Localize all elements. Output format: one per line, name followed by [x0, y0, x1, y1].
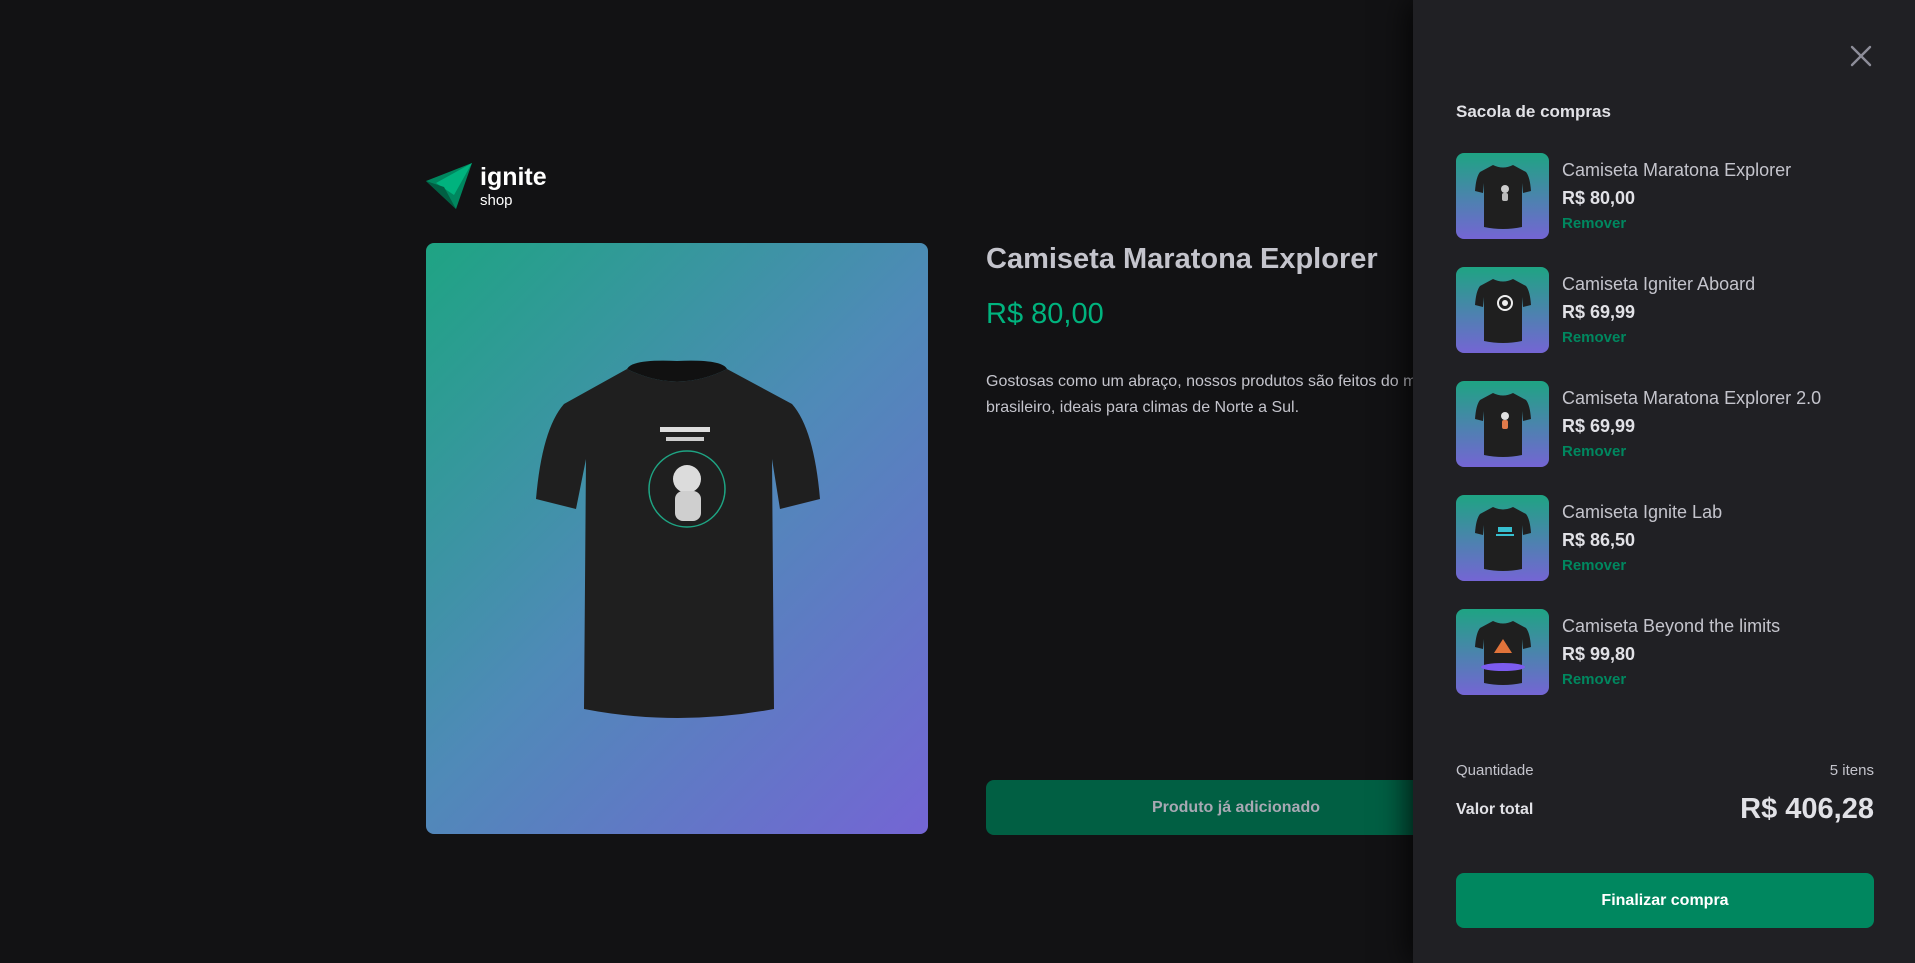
brand-text: ignite shop — [480, 162, 547, 209]
cart-item-name: Camiseta Igniter Aboard — [1562, 274, 1756, 294]
cart-item: Camiseta Maratona Explorer 2.0 R$ 69,99 … — [1456, 381, 1876, 467]
tshirt-icon — [1474, 393, 1531, 457]
brand-subtitle: shop — [480, 191, 513, 209]
cart-item-price: R$ 99,80 — [1562, 643, 1636, 664]
quantity-value: 5 itens — [1829, 762, 1874, 779]
total-row: Valor total R$ 406,28 — [1456, 793, 1874, 826]
tshirt-icon — [1474, 165, 1531, 229]
cart-item-name: Camiseta Ignite Lab — [1562, 502, 1723, 522]
cart-item-thumbnail — [1456, 153, 1549, 239]
close-icon — [1850, 45, 1872, 67]
quantity-row: Quantidade 5 itens — [1456, 762, 1874, 779]
total-value: R$ 406,28 — [1740, 793, 1874, 825]
cart-item-price: R$ 86,50 — [1562, 529, 1636, 550]
tshirt-icon — [1474, 621, 1531, 685]
remove-item-button[interactable]: Remover — [1562, 557, 1722, 574]
cart-item-name: Camiseta Beyond the limits — [1562, 616, 1781, 636]
product-image — [426, 243, 928, 834]
cart-item: Camiseta Maratona Explorer R$ 80,00 Remo… — [1456, 153, 1876, 239]
cart-item-info: Camiseta Ignite Lab R$ 86,50 Remover — [1562, 495, 1722, 574]
cart-item-info: Camiseta Beyond the limits R$ 99,80 Remo… — [1562, 609, 1780, 688]
product-added-button[interactable]: Produto já adicionado — [986, 780, 1486, 835]
ignite-logo-icon — [426, 163, 472, 209]
total-label: Valor total — [1456, 800, 1534, 818]
brand-logo[interactable]: ignite shop — [426, 163, 547, 209]
brand-title: ignite — [480, 162, 547, 191]
cart-item-name: Camiseta Maratona Explorer — [1562, 160, 1792, 180]
checkout-button[interactable]: Finalizar compra — [1456, 873, 1874, 928]
cart-item-price: R$ 69,99 — [1562, 415, 1636, 436]
cart-item-thumbnail — [1456, 609, 1549, 695]
remove-item-button[interactable]: Remover — [1562, 443, 1821, 460]
remove-item-button[interactable]: Remover — [1562, 671, 1780, 688]
product-page: ignite shop Camiseta Maratona Explorer R… — [0, 0, 1915, 963]
cart-item-list: Camiseta Maratona Explorer R$ 80,00 Remo… — [1456, 153, 1876, 723]
tshirt-icon — [536, 360, 820, 718]
cart-item-price: R$ 80,00 — [1562, 187, 1636, 208]
cart-title: Sacola de compras — [1456, 102, 1611, 121]
cart-item-info: Camiseta Igniter Aboard R$ 69,99 Remover — [1562, 267, 1755, 346]
remove-item-button[interactable]: Remover — [1562, 329, 1755, 346]
cart-item: Camiseta Igniter Aboard R$ 69,99 Remover — [1456, 267, 1876, 353]
cart-item-thumbnail — [1456, 381, 1549, 467]
tshirt-icon — [1474, 507, 1531, 571]
cart-summary: Quantidade 5 itens Valor total R$ 406,28 — [1456, 762, 1874, 826]
cart-item-thumbnail — [1456, 495, 1549, 581]
cart-item-name: Camiseta Maratona Explorer 2.0 — [1562, 388, 1822, 408]
tshirt-icon — [1474, 279, 1531, 343]
product-details: Camiseta Maratona Explorer R$ 80,00 Gost… — [986, 243, 1604, 835]
cart-item-info: Camiseta Maratona Explorer R$ 80,00 Remo… — [1562, 153, 1791, 232]
product-price: R$ 80,00 — [986, 298, 1104, 330]
cart-item-price: R$ 69,99 — [1562, 301, 1636, 322]
close-cart-button[interactable] — [1845, 40, 1877, 72]
cart-item: Camiseta Ignite Lab R$ 86,50 Remover — [1456, 495, 1876, 581]
cart-item-info: Camiseta Maratona Explorer 2.0 R$ 69,99 … — [1562, 381, 1821, 460]
cart-item-thumbnail — [1456, 267, 1549, 353]
cart-item: Camiseta Beyond the limits R$ 99,80 Remo… — [1456, 609, 1876, 695]
shopping-cart-panel: Sacola de compras Camiseta Maratona Expl… — [1413, 0, 1915, 963]
product-title: Camiseta Maratona Explorer — [986, 243, 1378, 275]
remove-item-button[interactable]: Remover — [1562, 215, 1791, 232]
quantity-label: Quantidade — [1456, 762, 1534, 779]
